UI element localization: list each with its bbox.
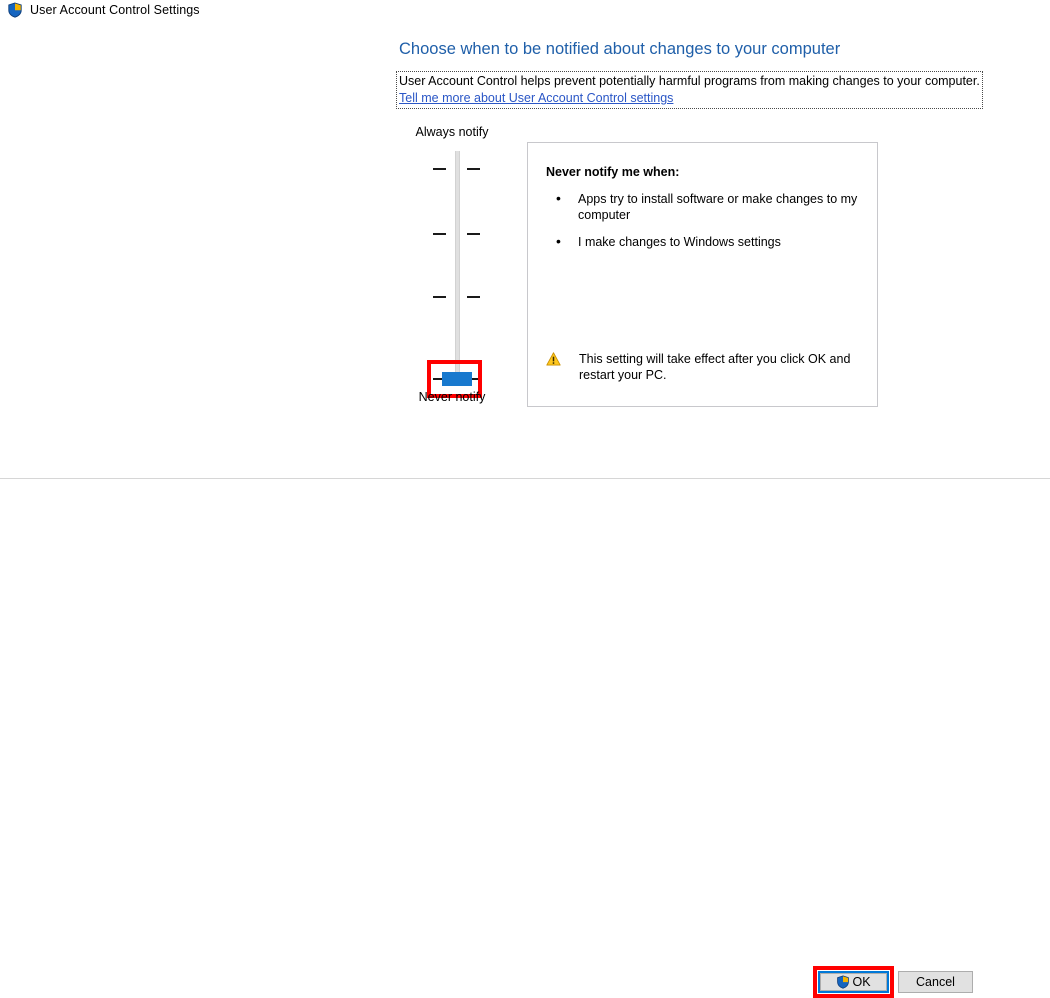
- dialog-footer: OK Cancel: [0, 479, 1050, 998]
- panel-bullet-list: Apps try to install software or make cha…: [546, 190, 861, 261]
- panel-title: Never notify me when:: [546, 165, 680, 179]
- slider-tick-4-right: [467, 168, 480, 170]
- window-title-bar: User Account Control Settings: [0, 0, 1050, 20]
- slider-label-never-notify: Never notify: [418, 390, 486, 404]
- slider-label-always-notify: Always notify: [415, 125, 489, 139]
- window-title-text: User Account Control Settings: [30, 3, 200, 17]
- slider-track[interactable]: [455, 151, 460, 376]
- setting-description-panel: Never notify me when: Apps try to instal…: [527, 142, 878, 407]
- list-item: I make changes to Windows settings: [546, 233, 861, 250]
- cancel-button-label: Cancel: [916, 975, 955, 989]
- list-item: Apps try to install software or make cha…: [546, 190, 861, 223]
- warning-triangle-icon: [546, 352, 561, 366]
- slider-thumb[interactable]: [442, 372, 472, 386]
- slider-tick-3-left: [433, 233, 446, 235]
- description-text: User Account Control helps prevent poten…: [399, 74, 980, 88]
- slider-tick-2-left: [433, 296, 446, 298]
- ok-button-label: OK: [852, 975, 871, 989]
- shield-icon: [7, 2, 23, 18]
- description-focus-block: User Account Control helps prevent poten…: [396, 71, 983, 109]
- dialog-content-area: Choose when to be notified about changes…: [0, 20, 1050, 478]
- warning-text: This setting will take effect after you …: [579, 352, 851, 382]
- shield-icon: [836, 975, 850, 989]
- cancel-button[interactable]: Cancel: [898, 971, 973, 993]
- slider-tick-2-right: [467, 296, 480, 298]
- slider-tick-4-left: [433, 168, 446, 170]
- slider-tick-3-right: [467, 233, 480, 235]
- learn-more-link[interactable]: Tell me more about User Account Control …: [399, 90, 673, 106]
- page-title: Choose when to be notified about changes…: [399, 40, 841, 58]
- panel-warning-row: This setting will take effect after you …: [546, 351, 861, 383]
- ok-button[interactable]: OK: [820, 973, 887, 991]
- notification-level-slider[interactable]: Always notify Never notify: [400, 120, 520, 420]
